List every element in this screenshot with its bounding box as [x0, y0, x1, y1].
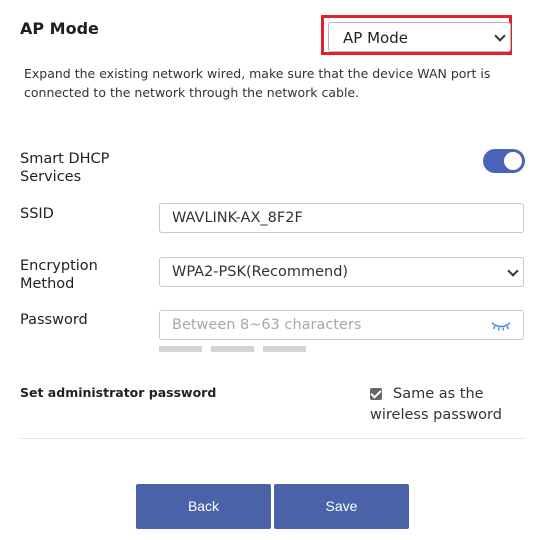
same-as-wireless-label: Same as the wireless password	[370, 386, 502, 423]
divider	[20, 438, 525, 439]
password-strength-bar-1	[159, 346, 202, 352]
mode-select[interactable]: AP Mode	[328, 22, 511, 52]
eye-closed-icon[interactable]	[491, 320, 511, 332]
toggle-knob	[504, 152, 522, 170]
password-strength-bar-3	[263, 346, 306, 352]
encryption-label: Encryption Method	[20, 258, 98, 292]
dhcp-label: Smart DHCP Services	[20, 151, 110, 185]
ssid-value: WAVLINK-AX_8F2F	[172, 210, 303, 226]
mode-select-value: AP Mode	[343, 29, 408, 47]
password-label: Password	[20, 312, 88, 328]
ssid-field[interactable]: WAVLINK-AX_8F2F	[159, 203, 524, 233]
ssid-label: SSID	[20, 206, 54, 222]
encryption-value: WPA2-PSK(Recommend)	[172, 264, 349, 280]
checkmark-icon	[370, 387, 382, 399]
dhcp-toggle[interactable]	[483, 149, 525, 173]
chevron-down-icon	[507, 265, 519, 277]
mode-description: Expand the existing network wired, make …	[24, 66, 491, 100]
save-button[interactable]: Save	[274, 484, 409, 529]
admin-password-label: Set administrator password	[20, 385, 217, 400]
password-strength-bar-2	[211, 346, 254, 352]
password-field[interactable]: Between 8~63 characters	[159, 310, 524, 340]
password-placeholder: Between 8~63 characters	[172, 317, 362, 333]
chevron-down-icon	[494, 30, 506, 42]
encryption-select[interactable]: WPA2-PSK(Recommend)	[159, 257, 524, 287]
back-button[interactable]: Back	[136, 484, 271, 529]
page-title: AP Mode	[20, 19, 99, 38]
same-as-wireless-checkbox[interactable]	[370, 387, 382, 400]
